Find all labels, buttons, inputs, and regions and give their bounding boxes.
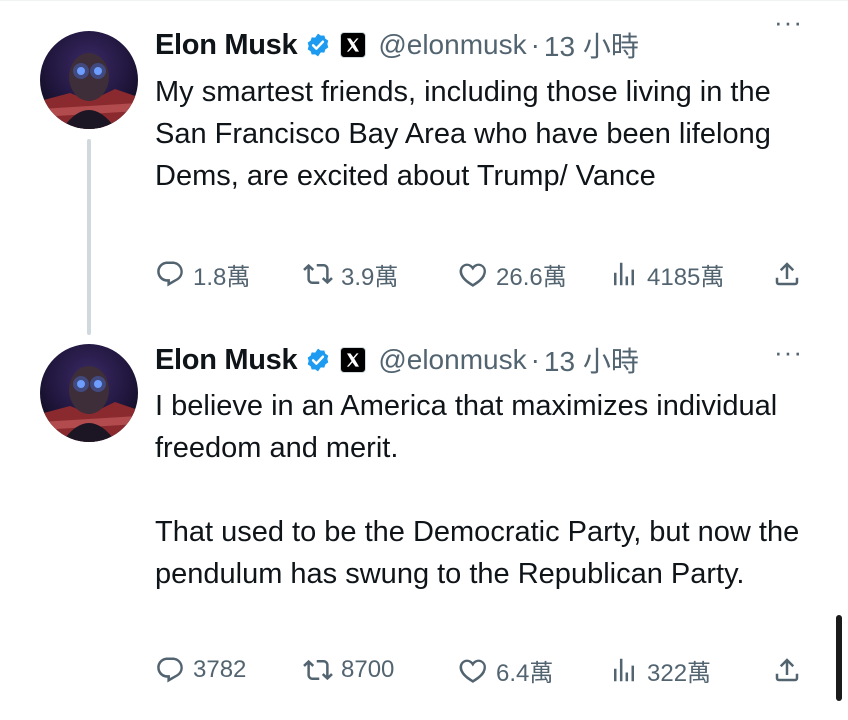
timestamp[interactable]: 13 小時 (544, 340, 639, 380)
views-icon (614, 658, 634, 682)
like-count: 26.6萬 (496, 263, 567, 291)
author-handle[interactable]: @elonmusk (378, 344, 526, 376)
like-button[interactable]: 26.6萬 (458, 257, 567, 291)
like-icon (459, 263, 486, 287)
share-icon (775, 262, 799, 286)
tweet-actions: 1.8萬 3.9萬 26.6萬 4185萬 (155, 257, 810, 291)
repost-count: 3.9萬 (341, 263, 399, 291)
tweet-paragraph: I believe in an America that maximizes i… (155, 390, 778, 464)
reply-count: 1.8萬 (193, 263, 251, 291)
reply-icon (157, 657, 183, 683)
reply-button[interactable]: 1.8萬 (155, 257, 250, 291)
reply-icon (157, 261, 183, 287)
more-options-icon[interactable]: ··· (774, 7, 803, 38)
avatar[interactable] (40, 344, 138, 442)
tweet-actions: 3782 8700 6.4萬 322萬 (155, 653, 810, 687)
reply-button[interactable]: 3782 (155, 653, 246, 687)
share-button[interactable] (772, 653, 810, 687)
like-button[interactable]: 6.4萬 (458, 653, 553, 687)
author-handle[interactable]: @elonmusk (378, 29, 526, 61)
x-logo-icon (340, 32, 367, 58)
avatar[interactable] (40, 31, 138, 129)
author-name[interactable]: Elon Musk (155, 344, 298, 377)
separator-dot: · (530, 344, 540, 375)
more-options-icon[interactable]: ··· (774, 337, 803, 368)
scrollbar[interactable] (836, 615, 842, 701)
tweet[interactable]: Elon Musk @elonmusk · 13 小時 ··· My smart… (0, 1, 848, 335)
views-button[interactable]: 322萬 (609, 653, 711, 687)
timestamp[interactable]: 13 小時 (544, 25, 639, 65)
tweet-paragraph: That used to be the Democratic Party, bu… (155, 516, 800, 590)
verified-badge-icon (305, 347, 331, 373)
tweet-text: My smartest friends, including those liv… (155, 71, 818, 197)
tweet[interactable]: Elon Musk @elonmusk · 13 小時 ··· I believ… (0, 331, 848, 720)
author-name[interactable]: Elon Musk (155, 29, 298, 62)
tweet-header: Elon Musk @elonmusk · 13 小時 (155, 341, 808, 379)
share-icon (775, 658, 799, 682)
x-logo-icon (340, 347, 367, 373)
verified-badge-icon (305, 32, 331, 58)
repost-button[interactable]: 3.9萬 (303, 257, 398, 291)
views-button[interactable]: 4185萬 (609, 257, 724, 291)
repost-count: 8700 (341, 656, 395, 683)
thread-connector (87, 139, 91, 335)
views-icon (614, 262, 634, 286)
timeline: Elon Musk @elonmusk · 13 小時 ··· My smart… (0, 0, 848, 720)
reply-count: 3782 (193, 656, 247, 683)
like-icon (459, 659, 486, 683)
views-count: 322萬 (647, 659, 712, 687)
views-count: 4185萬 (647, 263, 725, 291)
repost-icon (303, 659, 333, 681)
repost-button[interactable]: 8700 (303, 653, 394, 687)
like-count: 6.4萬 (496, 659, 554, 687)
repost-icon (303, 263, 333, 285)
tweet-text: I believe in an America that maximizes i… (155, 385, 818, 595)
separator-dot: · (530, 29, 540, 60)
tweet-paragraph: My smartest friends, including those liv… (155, 76, 771, 192)
share-button[interactable] (772, 257, 810, 291)
tweet-header: Elon Musk @elonmusk · 13 小時 (155, 26, 808, 64)
